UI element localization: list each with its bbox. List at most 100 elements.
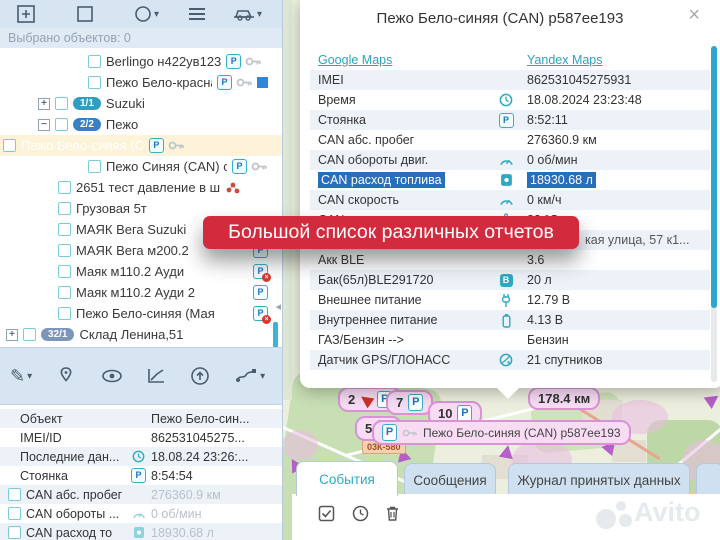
checkbox[interactable]: [8, 507, 21, 520]
tree-item[interactable]: Маяк м110.2 Ауди 2: [0, 282, 282, 303]
objects-toolbar: ▾ ▾: [0, 0, 282, 29]
tree-group[interactable]: 32/1 Склад Ленина,51: [0, 324, 282, 345]
popup-title: Пежо Бело-синяя (CAN) p587ee193: [300, 10, 700, 27]
select-all-icon[interactable]: [318, 505, 335, 522]
popup-scrollbar[interactable]: [711, 46, 717, 308]
tree-item[interactable]: Пежо Бело-красная: [0, 72, 282, 93]
trash-icon[interactable]: [385, 505, 400, 522]
panel-collapse-icon[interactable]: ◂: [275, 300, 281, 313]
sensor-icon: [225, 181, 241, 195]
battery-icon: [498, 313, 514, 328]
radius-select-icon[interactable]: ▾: [134, 5, 159, 23]
expand-toggle[interactable]: [6, 329, 18, 341]
parking-icon: [253, 285, 268, 300]
map-direction-arrow: [704, 390, 720, 409]
checkbox[interactable]: [8, 526, 21, 539]
tree-item[interactable]: Пежо Синяя (CAN) с: [0, 156, 282, 177]
map-marker-cluster-7[interactable]: 7: [386, 390, 433, 415]
checkbox[interactable]: [3, 139, 16, 152]
red-navigation-arrow-icon: [358, 391, 375, 408]
location-pin-icon[interactable]: [58, 366, 74, 386]
list-view-icon[interactable]: [187, 6, 207, 22]
tab-messages[interactable]: Сообщения: [404, 463, 496, 496]
tab-data-log[interactable]: Журнал принятых данных: [508, 463, 690, 496]
object-details-panel: Объект Пежо Бело-син... IMEI/ID 86253104…: [0, 405, 282, 540]
eye-icon[interactable]: [100, 368, 124, 384]
parking-icon: [131, 468, 146, 483]
tree-item[interactable]: Пежо Бело-синяя (Мая: [0, 303, 282, 324]
tree-item[interactable]: Маяк м110.2 Ауди: [0, 261, 282, 282]
time-icon[interactable]: [352, 505, 369, 522]
detail-row: CAN расход то 18930.68 л: [0, 523, 282, 540]
collapse-toggle[interactable]: [38, 119, 50, 131]
chevron-down-icon: ▾: [27, 371, 32, 382]
selected-objects-header: Выбрано объектов: 0: [0, 28, 282, 48]
detail-row: Стоянка 8:52:11: [310, 110, 710, 130]
detail-row: CAN обороты двиг. 0 об/мин: [310, 150, 710, 170]
route-icon[interactable]: ▾: [234, 367, 265, 385]
detail-row: Внутреннее питание 4.13 В: [310, 310, 710, 330]
yandex-maps-link[interactable]: Yandex Maps: [527, 53, 603, 67]
checkbox[interactable]: [23, 328, 36, 341]
detail-row: CAN абс. пробег 276360.9 км: [0, 485, 282, 504]
select-square-icon[interactable]: [76, 5, 94, 23]
count-badge: 2/2: [73, 118, 101, 131]
tree-item[interactable]: 2651 тест давление в ш: [0, 177, 282, 198]
chevron-down-icon: ▾: [260, 371, 265, 382]
key-icon: [245, 55, 262, 68]
tree-group[interactable]: 1/1 Suzuki: [0, 93, 282, 114]
gauge-icon: [498, 155, 514, 166]
tree-item[interactable]: Berlingo н422ув123: [0, 51, 282, 72]
fuel-icon: [498, 173, 514, 187]
detail-row: Датчик GPS/ГЛОНАСС 21 спутников: [310, 350, 710, 370]
checkbox[interactable]: [88, 76, 101, 89]
checkbox[interactable]: [88, 160, 101, 173]
expand-toggle[interactable]: [38, 98, 50, 110]
checkbox[interactable]: [55, 97, 68, 110]
close-icon[interactable]: ×: [688, 4, 700, 27]
count-badge: 1/1: [73, 97, 101, 110]
detail-row: Бак(65л)BLE291720 B 20 л: [310, 270, 710, 290]
vehicle-filter-icon[interactable]: ▾: [233, 6, 262, 22]
checkbox[interactable]: [58, 307, 71, 320]
detail-row: IMEI 862531045275931: [310, 70, 710, 90]
checkbox[interactable]: [8, 488, 21, 501]
chevron-down-icon: ▾: [154, 9, 159, 20]
tree-scrollbar[interactable]: [273, 322, 278, 347]
checkbox[interactable]: [55, 118, 68, 131]
objects-sidebar: ▾ ▾ Выбрано объектов: 0 Berlingo н422ув1…: [0, 0, 283, 540]
chart-icon[interactable]: [146, 367, 166, 385]
tree-item-selected[interactable]: Пежо Бело-синяя (С: [0, 135, 282, 156]
avito-logo-icon: [616, 501, 626, 511]
tab-events[interactable]: События: [296, 461, 398, 496]
clock-icon: [131, 450, 146, 463]
tree-group[interactable]: 2/2 Пежо: [0, 114, 282, 135]
map-vehicle-label[interactable]: Пежо Бело-синяя (CAN) p587ee193: [372, 420, 631, 445]
detail-row: Время 18.08.2024 23:23:48: [310, 90, 710, 110]
google-maps-link[interactable]: Google Maps: [318, 53, 392, 67]
edit-icon[interactable]: ✎▾: [10, 366, 32, 387]
send-up-icon[interactable]: [190, 366, 210, 386]
key-icon: [168, 139, 185, 152]
checkbox[interactable]: [58, 244, 71, 257]
gauge-icon: [498, 195, 514, 206]
count-badge: 32/1: [41, 328, 74, 341]
parking-icon: [232, 159, 247, 174]
detail-row: Объект Пежо Бело-син...: [0, 409, 282, 428]
checkbox[interactable]: [88, 55, 101, 68]
tab-partial[interactable]: [696, 463, 720, 496]
checkbox[interactable]: [58, 223, 71, 236]
map-links-row: Google Maps Yandex Maps: [310, 50, 710, 70]
add-object-icon[interactable]: [16, 4, 36, 24]
map-direction-arrow: [499, 444, 515, 459]
parking-icon: [149, 138, 164, 153]
detail-row: CAN скорость 0 км/ч: [310, 190, 710, 210]
checkbox[interactable]: [58, 202, 71, 215]
parking-icon: [408, 394, 423, 411]
checkbox[interactable]: [58, 286, 71, 299]
checkbox[interactable]: [58, 181, 71, 194]
parking-icon: [226, 54, 241, 69]
checkbox[interactable]: [58, 265, 71, 278]
parking-icon: [498, 113, 514, 128]
tank-icon: B: [498, 274, 514, 287]
